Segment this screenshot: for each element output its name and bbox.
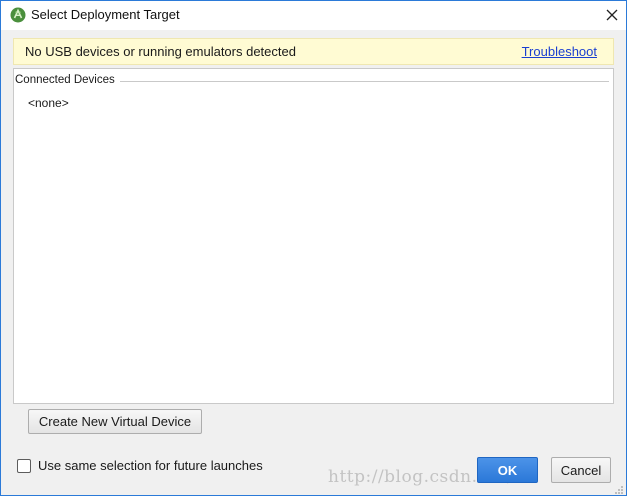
same-selection-checkbox[interactable] <box>17 458 31 473</box>
dialog-content: No USB devices or running emulators dete… <box>1 30 626 495</box>
banner-message: No USB devices or running emulators dete… <box>25 44 296 59</box>
section-divider <box>120 81 609 82</box>
same-selection-option[interactable]: Use same selection for future launches <box>17 458 263 473</box>
ok-button[interactable]: OK <box>477 457 538 483</box>
no-devices-banner: No USB devices or running emulators dete… <box>13 38 614 65</box>
create-virtual-device-button[interactable]: Create New Virtual Device <box>28 409 202 434</box>
window-title: Select Deployment Target <box>31 7 180 22</box>
same-selection-label: Use same selection for future launches <box>38 458 263 473</box>
title-bar[interactable]: Select Deployment Target <box>1 1 626 30</box>
connected-devices-header: Connected Devices <box>15 74 120 86</box>
connected-devices-list[interactable]: Connected Devices <none> <box>13 68 614 404</box>
close-icon <box>606 9 618 21</box>
resize-grip-icon[interactable] <box>614 483 624 494</box>
troubleshoot-link[interactable]: Troubleshoot <box>522 44 597 59</box>
dialog-window: Select Deployment Target No USB devices … <box>0 0 627 496</box>
cancel-button[interactable]: Cancel <box>551 457 611 483</box>
android-studio-icon <box>10 7 26 23</box>
close-button[interactable] <box>598 1 626 29</box>
list-item[interactable]: <none> <box>28 96 69 110</box>
